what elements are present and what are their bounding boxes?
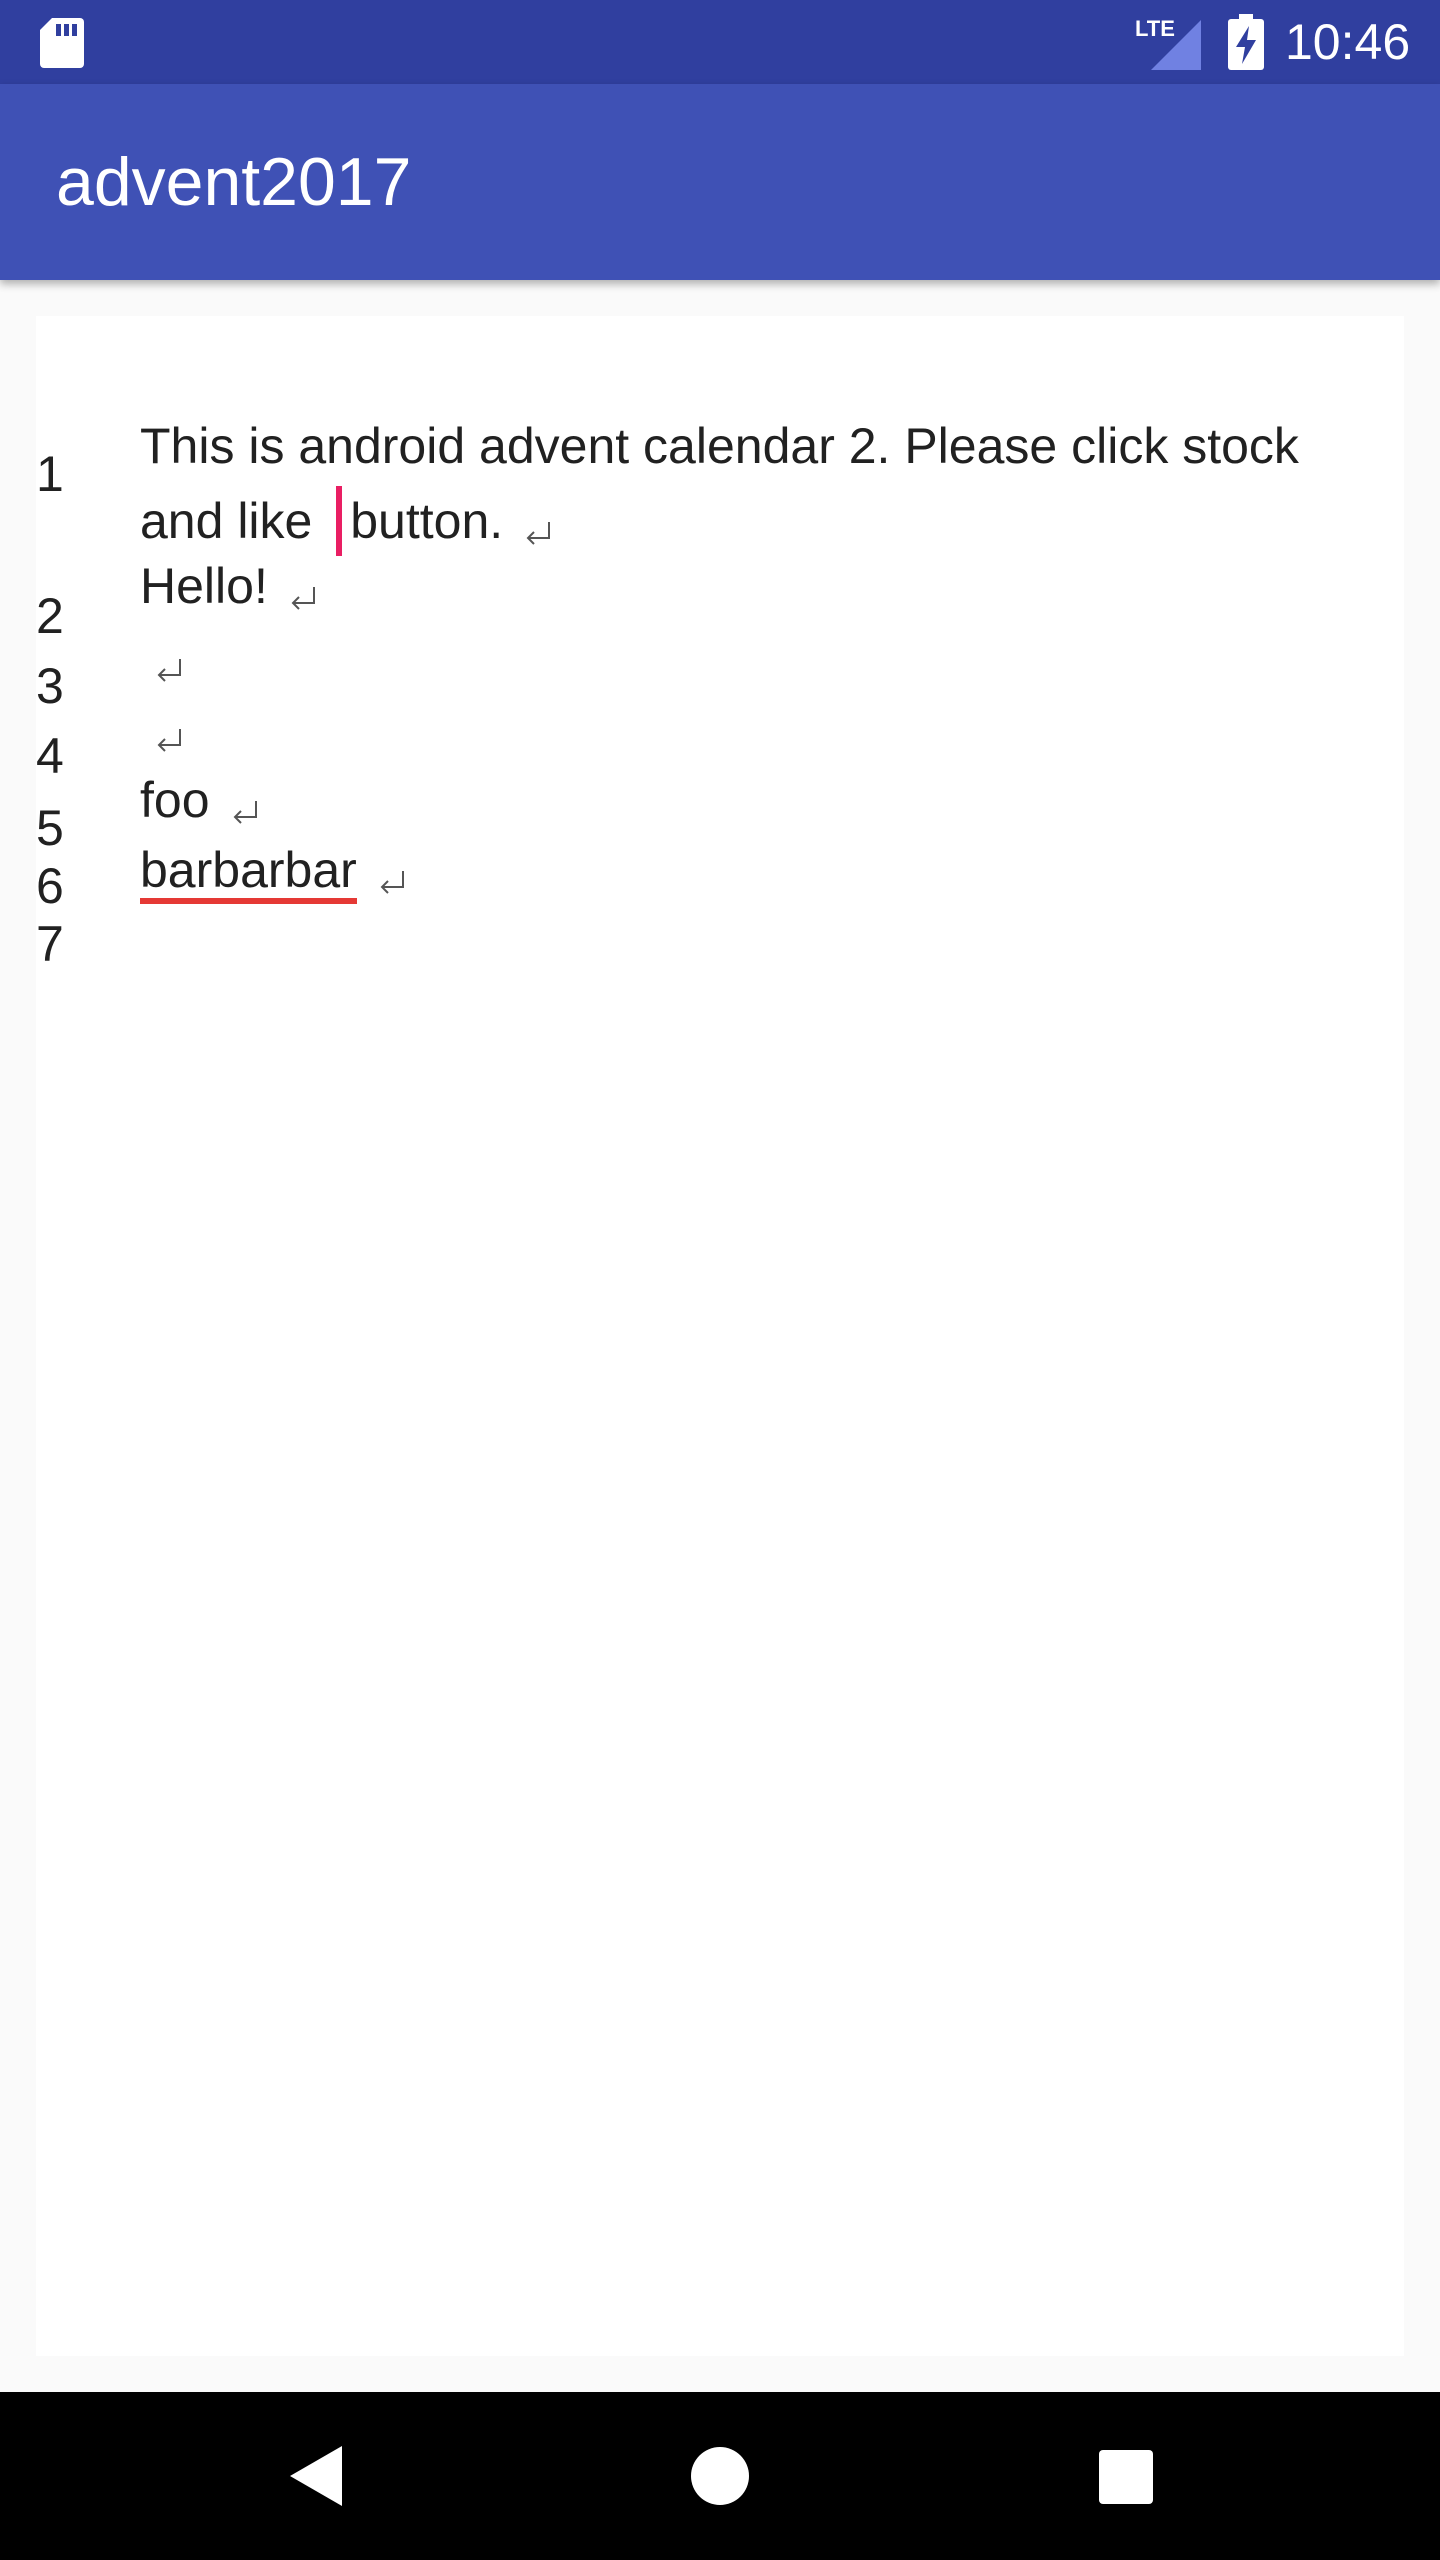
back-icon[interactable] bbox=[214, 2392, 414, 2560]
line-text: Hello! bbox=[140, 558, 268, 614]
code-editor[interactable]: 1 2 3 4 5 6 7 This is android advent cal… bbox=[36, 316, 1404, 2356]
editor-line-4[interactable] bbox=[140, 698, 186, 759]
editor-line-6[interactable]: barbarbar bbox=[140, 840, 409, 904]
recents-icon[interactable] bbox=[1026, 2392, 1226, 2560]
return-icon bbox=[157, 729, 181, 752]
app-bar: advent2017 bbox=[0, 84, 1440, 280]
line-number: 4 bbox=[36, 728, 64, 784]
svg-text:LTE: LTE bbox=[1135, 16, 1175, 41]
return-icon bbox=[157, 659, 181, 682]
line-text: and like bbox=[140, 493, 327, 549]
return-icon bbox=[380, 871, 404, 894]
line-number: 5 bbox=[36, 800, 64, 856]
sd-card-icon bbox=[40, 18, 84, 68]
return-icon bbox=[526, 522, 551, 545]
status-clock: 10:46 bbox=[1285, 14, 1411, 70]
line-number: 1 bbox=[36, 446, 64, 502]
line-number: 6 bbox=[36, 858, 64, 914]
line-text: button. bbox=[350, 493, 504, 549]
status-bar: LTE 10:46 bbox=[0, 0, 1440, 84]
navigation-bar bbox=[0, 2392, 1440, 2560]
lte-signal-icon: LTE bbox=[1135, 16, 1201, 70]
editor-line-1a[interactable]: This is android advent calendar 2. Pleas… bbox=[140, 416, 1299, 476]
editor-line-2[interactable]: Hello! bbox=[140, 556, 320, 617]
line-text: This is android advent calendar 2. Pleas… bbox=[140, 418, 1299, 474]
line-number: 2 bbox=[36, 588, 64, 644]
home-icon[interactable] bbox=[620, 2392, 820, 2560]
return-icon bbox=[233, 801, 257, 824]
editor-line-3[interactable] bbox=[140, 628, 186, 689]
text-cursor bbox=[336, 486, 343, 556]
misspelled-word[interactable]: barbarbar bbox=[140, 842, 357, 904]
return-icon bbox=[291, 587, 315, 610]
line-text: foo bbox=[140, 772, 210, 828]
editor-line-5[interactable]: foo bbox=[140, 770, 262, 831]
line-number: 3 bbox=[36, 658, 64, 714]
editor-line-1b[interactable]: and like button. bbox=[140, 486, 555, 556]
battery-charging-icon bbox=[1228, 14, 1264, 70]
app-title: advent2017 bbox=[56, 144, 412, 220]
line-number: 7 bbox=[36, 916, 64, 972]
